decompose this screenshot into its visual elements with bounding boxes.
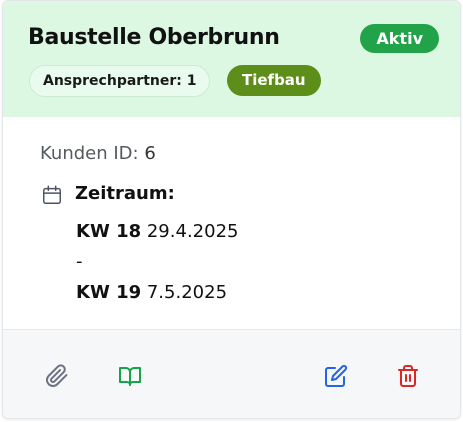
project-title: Baustelle Oberbrunn xyxy=(28,25,280,50)
calendar-icon xyxy=(41,184,63,206)
end-week: KW 19 xyxy=(76,282,142,303)
card-footer xyxy=(3,329,460,418)
period-label: Zeitraum: xyxy=(75,183,175,204)
customer-id-row: Kunden ID: 6 xyxy=(40,143,156,164)
period-start: KW 18 29.4.2025 xyxy=(76,221,238,242)
end-date: 7.5.2025 xyxy=(146,282,228,303)
documentation-button[interactable] xyxy=(113,361,147,395)
edit-icon xyxy=(324,364,348,392)
contact-count-badge: Ansprechpartner: 1 xyxy=(29,65,211,97)
period-end: KW 19 7.5.2025 xyxy=(76,282,227,303)
start-week: KW 18 xyxy=(76,221,142,242)
project-card: Baustelle Oberbrunn Aktiv Ansprechpartne… xyxy=(2,0,461,419)
delete-button[interactable] xyxy=(391,361,425,395)
period-separator: - xyxy=(76,251,83,272)
book-open-icon xyxy=(118,364,142,392)
edit-button[interactable] xyxy=(319,361,353,395)
project-type-badge: Tiefbau xyxy=(227,65,321,96)
trash-icon xyxy=(396,364,420,392)
start-date: 29.4.2025 xyxy=(146,221,239,242)
card-header: Baustelle Oberbrunn Aktiv Ansprechpartne… xyxy=(3,1,460,117)
attachments-button[interactable] xyxy=(40,361,74,395)
status-badge: Aktiv xyxy=(360,24,439,53)
customer-id-label: Kunden ID: xyxy=(40,143,139,164)
paperclip-icon xyxy=(45,364,69,392)
customer-id-value: 6 xyxy=(144,143,156,164)
